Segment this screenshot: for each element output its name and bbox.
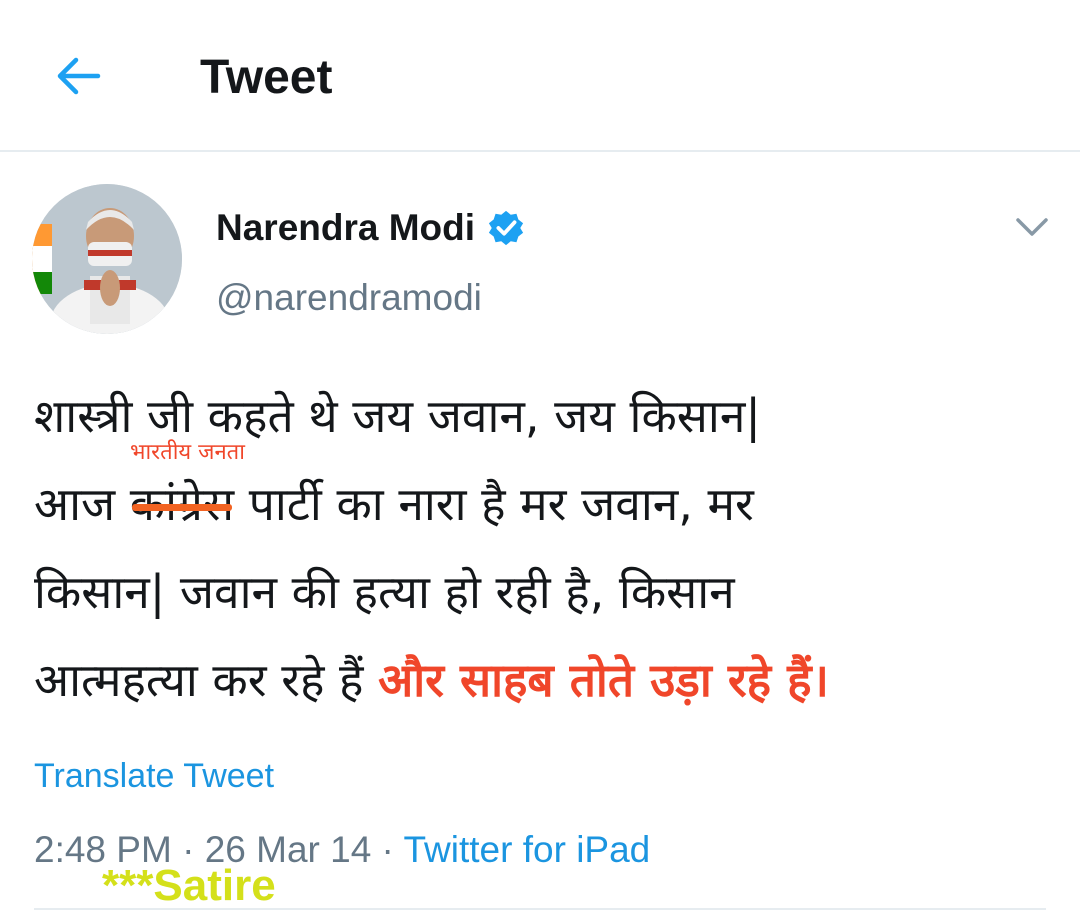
- author-name: Narendra Modi: [216, 207, 476, 248]
- tweet-segment: आज: [34, 477, 130, 531]
- page-title: Tweet: [200, 51, 333, 104]
- chevron-down-icon: [1016, 218, 1048, 236]
- handwritten-correction: भारतीय जनता: [130, 440, 245, 465]
- profile-photo: [32, 184, 182, 334]
- highlighted-segment: और साहब तोते उड़ा रहे हैं।: [378, 653, 829, 707]
- tweet-line: आज कांग्रेस पार्टी का नारा है मर जवान, म…: [34, 460, 1064, 548]
- back-button[interactable]: [40, 44, 116, 108]
- top-bar: Tweet: [0, 0, 1080, 152]
- avatar[interactable]: [32, 184, 182, 334]
- tweet-line: किसान| जवान की हत्या हो रही है, किसान: [34, 565, 735, 619]
- arrow-left-icon: [57, 57, 101, 95]
- divider: [34, 908, 1046, 910]
- struck-word: कांग्रेस: [130, 460, 234, 548]
- tweet-source-link[interactable]: Twitter for iPad: [404, 829, 651, 870]
- tweet-line: आत्महत्या कर रहे हैं और साहब तोते उड़ा र…: [34, 636, 1064, 724]
- more-options-button[interactable]: [1008, 206, 1056, 248]
- strike-mark: [131, 504, 233, 511]
- verified-badge-icon: [488, 210, 524, 246]
- tweet-segment: पार्टी का नारा है मर जवान, मर: [234, 477, 754, 531]
- satire-watermark: ***Satire: [102, 861, 276, 910]
- author-handle[interactable]: @narendramodi: [216, 276, 482, 320]
- tweet-segment: आत्महत्या कर रहे हैं: [34, 653, 379, 707]
- translate-tweet-link[interactable]: Translate Tweet: [34, 754, 274, 798]
- author-name-row[interactable]: Narendra Modi: [216, 206, 525, 250]
- tweet-text: शास्त्री जी कहते थे जय जवान, जय किसान| आ…: [34, 372, 1064, 724]
- meta-separator: ·: [371, 829, 404, 870]
